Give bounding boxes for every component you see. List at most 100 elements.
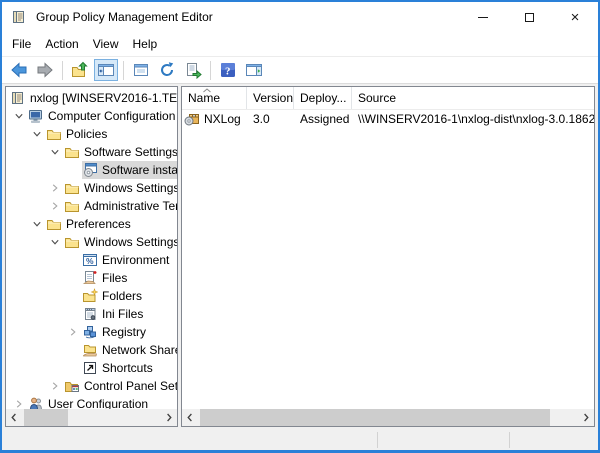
tree-item-network-shares[interactable]: Network Shares	[6, 341, 177, 359]
files-icon	[82, 270, 100, 286]
main-area: nxlog [WINSERV2016-1.TEST Computer Config…	[2, 84, 598, 430]
forward-button[interactable]	[33, 59, 57, 81]
tree-item-files[interactable]: Files	[6, 269, 177, 287]
toolbar-separator	[62, 61, 63, 80]
minimize-button[interactable]	[460, 2, 506, 32]
results-pane: Name Version Deploy... Source NXLog3.0As…	[181, 86, 595, 427]
column-header-name[interactable]: Name	[182, 87, 247, 109]
column-header-source[interactable]: Source	[352, 87, 594, 109]
tree-item-control-panel-settings[interactable]: Control Panel Settings	[6, 377, 177, 395]
list-row-nxlog[interactable]: NXLog3.0Assigned\\WINSERV2016-1\nxlog-di…	[182, 110, 594, 128]
tree-item-label: Windows Settings	[82, 235, 177, 249]
selected-tree-item[interactable]: Software installation	[82, 161, 177, 179]
show-console-tree-button[interactable]	[94, 59, 118, 81]
chevron-right-icon[interactable]	[10, 395, 28, 409]
toolbar: ?	[2, 56, 598, 84]
show-action-pane-button[interactable]	[242, 59, 266, 81]
chevron-down-icon[interactable]	[46, 143, 64, 161]
chevron-right-icon[interactable]	[46, 179, 64, 197]
scroll-left-arrow-icon[interactable]	[6, 409, 22, 426]
toolbar-separator	[123, 61, 124, 80]
expander-spacer	[64, 341, 82, 359]
tree-item-software-settings[interactable]: Software Settings	[6, 143, 177, 161]
shortcut-icon	[82, 360, 100, 376]
tree-item-user-configuration[interactable]: User Configuration	[6, 395, 177, 409]
chevron-down-icon[interactable]	[46, 233, 64, 251]
tree-item-folders[interactable]: Folders	[6, 287, 177, 305]
tree-item-registry[interactable]: Registry	[6, 323, 177, 341]
chevron-down-icon[interactable]	[28, 215, 46, 233]
column-header-label: Deploy...	[300, 91, 346, 105]
tree-item-computer-configuration[interactable]: Computer Configuration	[6, 107, 177, 125]
tree-item-label: Ini Files	[100, 307, 146, 321]
back-arrow-icon	[10, 61, 28, 79]
menu-view[interactable]: View	[86, 32, 126, 56]
tree-item-label: Software installation	[100, 163, 177, 177]
scroll-right-arrow-icon[interactable]	[161, 409, 177, 426]
tree-item-label: Preferences	[64, 217, 134, 231]
up-one-level-button[interactable]	[68, 59, 92, 81]
tree-item-windows-settings[interactable]: Windows Settings	[6, 179, 177, 197]
action-pane-icon	[245, 61, 263, 79]
software-install-icon	[82, 162, 100, 178]
back-button[interactable]	[7, 59, 31, 81]
help-button[interactable]: ?	[216, 59, 240, 81]
tree-item-label: Windows Settings	[82, 181, 177, 195]
forward-arrow-icon	[36, 61, 54, 79]
list-horizontal-scrollbar[interactable]	[182, 409, 594, 426]
column-header-version[interactable]: Version	[247, 87, 294, 109]
list-cell-deployment: Assigned	[294, 110, 352, 128]
tree-item-label: Computer Configuration	[46, 109, 177, 123]
environment-icon: %	[82, 252, 100, 268]
refresh-icon	[158, 61, 176, 79]
folder-icon	[46, 126, 64, 142]
column-header-label: Version	[253, 91, 293, 105]
tree-scroll-track[interactable]	[22, 409, 161, 426]
tree-item-shortcuts[interactable]: Shortcuts	[6, 359, 177, 377]
registry-icon	[82, 324, 100, 340]
menu-bar: FileActionViewHelp	[2, 32, 598, 56]
minimize-icon	[478, 17, 488, 18]
close-button[interactable]: ×	[552, 2, 598, 32]
tree-horizontal-scrollbar[interactable]	[6, 409, 177, 426]
folder-icon	[64, 198, 82, 214]
refresh-button[interactable]	[155, 59, 179, 81]
tree-item-preferences[interactable]: Preferences	[6, 215, 177, 233]
tree-item-administrative-templates[interactable]: Administrative Templates	[6, 197, 177, 215]
list-scroll-thumb[interactable]	[200, 409, 550, 426]
list-header: Name Version Deploy... Source	[182, 87, 594, 110]
tree-item-software-installation[interactable]: Software installation	[6, 161, 177, 179]
console-tree-pane: nxlog [WINSERV2016-1.TEST Computer Config…	[5, 86, 178, 427]
list-scroll-track[interactable]	[198, 409, 578, 426]
tree-scroll-thumb[interactable]	[24, 409, 68, 426]
tree-item-label: Control Panel Settings	[82, 379, 177, 393]
menu-file[interactable]: File	[5, 32, 38, 56]
maximize-icon	[525, 13, 534, 22]
gpo-scroll-icon	[10, 90, 28, 106]
user-icon	[28, 396, 46, 409]
scroll-right-arrow-icon[interactable]	[578, 409, 594, 426]
menu-action[interactable]: Action	[38, 32, 85, 56]
title-bar[interactable]: Group Policy Management Editor ×	[2, 2, 598, 32]
chevron-right-icon[interactable]	[46, 197, 64, 215]
column-header-deployment[interactable]: Deploy...	[294, 87, 352, 109]
export-list-button[interactable]	[181, 59, 205, 81]
chevron-right-icon[interactable]	[64, 323, 82, 341]
chevron-down-icon[interactable]	[28, 125, 46, 143]
scroll-left-arrow-icon[interactable]	[182, 409, 198, 426]
chevron-down-icon[interactable]	[10, 107, 28, 125]
tree-item-policies[interactable]: Policies	[6, 125, 177, 143]
menu-help[interactable]: Help	[126, 32, 165, 56]
tree-item-environment[interactable]: %Environment	[6, 251, 177, 269]
window-title: Group Policy Management Editor	[36, 10, 460, 24]
tree-item-label: Folders	[100, 289, 145, 303]
tree-item-nxlog-winserv2016-1-test[interactable]: nxlog [WINSERV2016-1.TEST	[6, 89, 177, 107]
tree-item-ini-files[interactable]: Ini Files	[6, 305, 177, 323]
tree-item-label: Shortcuts	[100, 361, 156, 375]
tree-item-windows-settings[interactable]: Windows Settings	[6, 233, 177, 251]
chevron-right-icon[interactable]	[46, 377, 64, 395]
properties-button[interactable]	[129, 59, 153, 81]
shared-folder-icon	[82, 342, 100, 358]
computer-icon	[28, 108, 46, 124]
maximize-button[interactable]	[506, 2, 552, 32]
